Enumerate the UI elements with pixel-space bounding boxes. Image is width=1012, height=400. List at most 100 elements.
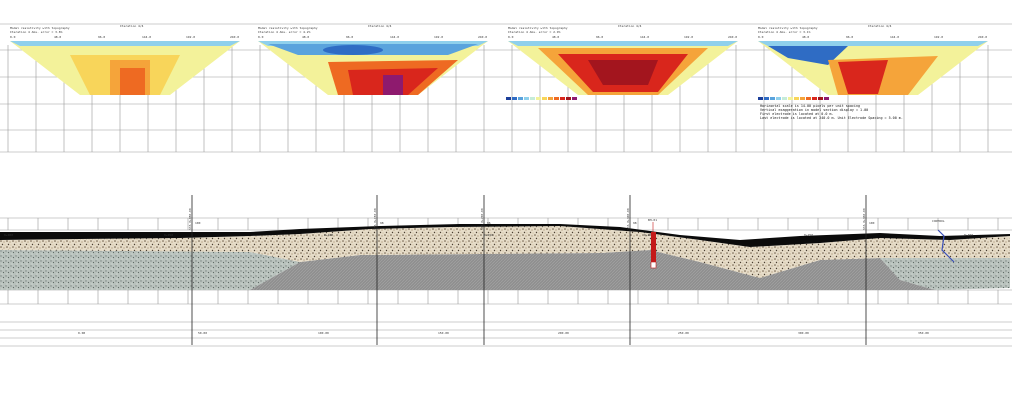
- panel-tick: 0.0: [508, 35, 514, 39]
- color-scale-2: [758, 97, 829, 100]
- panel-tick: 48.0: [802, 35, 809, 39]
- panel-core-2: [383, 75, 403, 95]
- panel-tick: 48.0: [302, 35, 309, 39]
- panel-tick: 192.0: [186, 35, 195, 39]
- panel-top-band: [508, 41, 738, 46]
- bottom-value-band: 0.00 50.00 100.00 150.00 200.00 250.00 300.00 3…: [78, 331, 929, 335]
- scale-swatch: [764, 97, 769, 100]
- scale-swatch: [536, 97, 541, 100]
- scale-swatch: [506, 97, 511, 100]
- chainage-label: 0+250: [804, 233, 813, 237]
- station-label: STA 0+300.00: [626, 208, 630, 230]
- station-label: STA 0+200.00: [480, 208, 484, 230]
- panel-tick: 96.0: [98, 35, 105, 39]
- clay-layer-left: [0, 250, 300, 290]
- elev-tag: 100: [869, 221, 875, 225]
- scale-swatch: [824, 97, 829, 100]
- bottom-value: 250.00: [678, 331, 689, 335]
- panel-header-2: Iteration 4 Abs. error = 4.2%: [258, 30, 311, 34]
- scale-swatch: [572, 97, 577, 100]
- panel-top-band: [758, 41, 988, 46]
- scale-swatch: [566, 97, 571, 100]
- bottom-value: 100.00: [318, 331, 329, 335]
- scale-swatch: [782, 97, 787, 100]
- panel-top-band: [10, 41, 240, 46]
- scale-swatch: [812, 97, 817, 100]
- bottom-value: 350.00: [918, 331, 929, 335]
- elev-tag: 96: [487, 221, 491, 225]
- bottom-value: 150.00: [438, 331, 449, 335]
- geologic-section: STA 0+080.00 100 STA 0+150.00 98 STA 0+200.0…: [0, 195, 1012, 347]
- panel-title: Iteration 4/4: [120, 24, 144, 28]
- chainage-label: 0+050: [164, 233, 173, 237]
- panel-tick: 48.0: [54, 35, 61, 39]
- scale-swatch: [818, 97, 823, 100]
- panel-core-2: [120, 68, 145, 95]
- elev-tag: 98: [633, 221, 637, 225]
- chainage-label: 0+000: [4, 233, 13, 237]
- scale-swatch: [512, 97, 517, 100]
- bottom-value: 0.00: [78, 331, 85, 335]
- panel-tick: 240.0: [478, 35, 487, 39]
- resistivity-panel-2: Iteration 4/4Model resistivity with topo…: [258, 24, 488, 95]
- panel-tick: 0.0: [10, 35, 16, 39]
- panel-tick: 0.0: [258, 35, 264, 39]
- scale-swatch: [794, 97, 799, 100]
- scale-swatch: [806, 97, 811, 100]
- elev-tag: 98: [380, 221, 384, 225]
- panel-tick: 48.0: [552, 35, 559, 39]
- inversion-notes: Horizontal scale is 14.00 pixels per uni…: [760, 104, 903, 120]
- panel-low-zone: [323, 45, 383, 55]
- panel-title: Iteration 4/4: [868, 24, 892, 28]
- bottom-value: 300.00: [798, 331, 809, 335]
- panel-tick: 0.0: [758, 35, 764, 39]
- scale-swatch: [530, 97, 535, 100]
- borehole-label: BH-01: [648, 218, 657, 222]
- borehole-tip: [650, 261, 657, 269]
- panel-tick: 240.0: [230, 35, 239, 39]
- panel-tick: 96.0: [596, 35, 603, 39]
- resistivity-panel-1: Iteration 4/4Model resistivity with topo…: [10, 24, 240, 95]
- scale-swatch: [524, 97, 529, 100]
- scale-swatch: [788, 97, 793, 100]
- elev-tag: 100: [195, 221, 201, 225]
- color-scale-1: [506, 97, 577, 100]
- bottom-value: 50.00: [198, 331, 207, 335]
- panel-tick: 192.0: [934, 35, 943, 39]
- panel-header-2: Iteration 4 Abs. error = 3.8%: [10, 30, 63, 34]
- panel-tick: 144.0: [640, 35, 649, 39]
- resistivity-panel-3: Iteration 4/4Model resistivity with topo…: [508, 24, 738, 95]
- panel-header-2: Iteration 4 Abs. error = 3.1%: [758, 30, 811, 34]
- scale-swatch: [560, 97, 565, 100]
- panel-tick: 96.0: [846, 35, 853, 39]
- resistivity-panels: Iteration 4/4Model resistivity with topo…: [10, 24, 988, 95]
- panel-tick: 240.0: [978, 35, 987, 39]
- panel-tick: 240.0: [728, 35, 737, 39]
- resistivity-panel-4: Iteration 4/4Model resistivity with topo…: [758, 24, 988, 95]
- bottom-value: 200.00: [558, 331, 569, 335]
- chainage-label: 0+300: [964, 233, 973, 237]
- station-label: STA 0+360.00: [862, 208, 866, 230]
- control-marker-label: CONTROL: [932, 219, 945, 223]
- panel-title: Iteration 4/4: [618, 24, 642, 28]
- scale-swatch: [776, 97, 781, 100]
- chainage-label: 0+150: [484, 233, 493, 237]
- panel-tick: 192.0: [684, 35, 693, 39]
- panel-tick: 96.0: [346, 35, 353, 39]
- scale-swatch: [548, 97, 553, 100]
- panel-header-2: Iteration 4 Abs. error = 2.9%: [508, 30, 561, 34]
- panel-tick: 144.0: [890, 35, 899, 39]
- panel-title: Iteration 4/4: [368, 24, 392, 28]
- panel-tick: 144.0: [142, 35, 151, 39]
- scale-swatch: [518, 97, 523, 100]
- station-label: STA 0+150.00: [373, 208, 377, 230]
- geophysical-profile-sheet: Iteration 4/4Model resistivity with topo…: [0, 23, 1012, 347]
- station-label: STA 0+080.00: [188, 208, 192, 230]
- scale-swatch: [554, 97, 559, 100]
- note-line-4: Last electrode is located at 240.0 m. Un…: [760, 116, 903, 120]
- panel-tick: 192.0: [434, 35, 443, 39]
- scale-swatch: [758, 97, 763, 100]
- chainage-label: 0+100: [324, 233, 333, 237]
- scale-swatch: [542, 97, 547, 100]
- scale-swatch: [800, 97, 805, 100]
